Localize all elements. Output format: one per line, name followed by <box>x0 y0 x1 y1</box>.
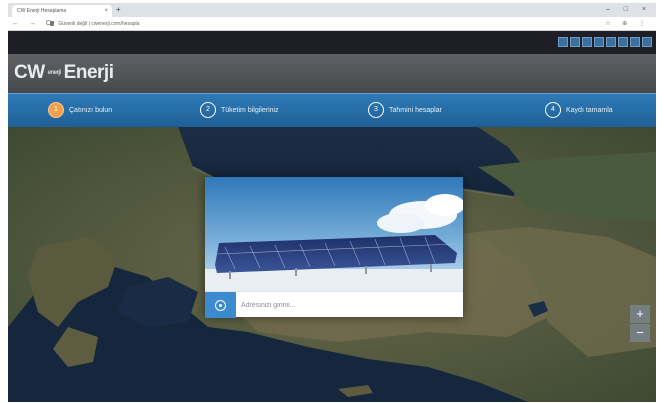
step-number-badge: 2 <box>200 102 216 118</box>
step-2[interactable]: 2 Tüketim bilgileriniz <box>200 102 279 118</box>
steps-bar: 1 Çatınızı bulun 2 Tüketim bilgileriniz … <box>8 93 656 127</box>
logo-word: Enerji <box>63 62 114 83</box>
browser-tab-title: CW Enerji Hesaplama <box>17 8 67 14</box>
toolbar-buttons <box>558 37 652 47</box>
address-input[interactable] <box>241 297 455 313</box>
address-modal <box>205 177 463 318</box>
zoom-out-button[interactable]: − <box>630 324 650 342</box>
toolbar-button[interactable] <box>582 37 592 47</box>
window-controls[interactable]: – □ × <box>606 4 652 16</box>
toolbar-button[interactable] <box>630 37 640 47</box>
tab-close-icon[interactable]: × <box>104 5 108 17</box>
step-label: Kaydı tamamla <box>566 106 613 114</box>
step-number-badge: 4 <box>545 102 561 118</box>
new-tab-button[interactable]: + <box>116 4 121 16</box>
logo-text: CW <box>14 62 45 83</box>
toolbar-button[interactable] <box>594 37 604 47</box>
browser-extension-icons[interactable]: ☆ ⊕ ⋮ <box>605 18 650 30</box>
screenshot-frame: CW Enerji Hesaplama × + – □ × ← → C Güve… <box>8 3 656 402</box>
browser-nav-buttons[interactable]: ← → C <box>12 18 55 30</box>
url-field[interactable]: Güvenli değil | cwenerji.com/hesapla <box>50 19 590 29</box>
top-toolbar <box>8 31 656 54</box>
url-text: Güvenli değil | cwenerji.com/hesapla <box>58 21 140 27</box>
step-label: Çatınızı bulun <box>69 106 113 114</box>
app: CW enerji Enerji 1 Çatınızı bulun 2 Tüketi… <box>8 31 656 402</box>
step-number-badge: 1 <box>48 102 64 118</box>
step-number-badge: 3 <box>368 102 384 118</box>
toolbar-button[interactable] <box>618 37 628 47</box>
logo-sub: enerji <box>47 69 62 76</box>
step-label: Tüketim bilgileriniz <box>221 106 279 114</box>
locate-icon-dot <box>219 304 222 307</box>
browser-tab[interactable]: CW Enerji Hesaplama × <box>12 5 112 17</box>
toolbar-button[interactable] <box>606 37 616 47</box>
locate-button[interactable] <box>205 292 236 318</box>
map-zoom-controls: + − <box>630 305 650 342</box>
toolbar-button[interactable] <box>570 37 580 47</box>
step-4[interactable]: 4 Kaydı tamamla <box>545 102 613 118</box>
solar-panels-image <box>205 177 463 291</box>
logo[interactable]: CW enerji Enerji <box>14 62 114 84</box>
browser-address-bar: ← → C Güvenli değil | cwenerji.com/hesap… <box>8 17 656 31</box>
toolbar-button[interactable] <box>642 37 652 47</box>
step-label: Tahmini hesaplar <box>389 106 442 114</box>
toolbar-button[interactable] <box>558 37 568 47</box>
solar-panels-illustration <box>205 177 463 291</box>
modal-footer <box>205 291 463 318</box>
zoom-in-button[interactable]: + <box>630 305 650 323</box>
brand-bar: CW enerji Enerji <box>8 54 656 93</box>
step-3[interactable]: 3 Tahmini hesaplar <box>368 102 442 118</box>
step-1[interactable]: 1 Çatınızı bulun <box>48 102 112 118</box>
browser-tab-bar: CW Enerji Hesaplama × + – □ × <box>8 3 656 17</box>
lock-icon <box>50 21 54 27</box>
